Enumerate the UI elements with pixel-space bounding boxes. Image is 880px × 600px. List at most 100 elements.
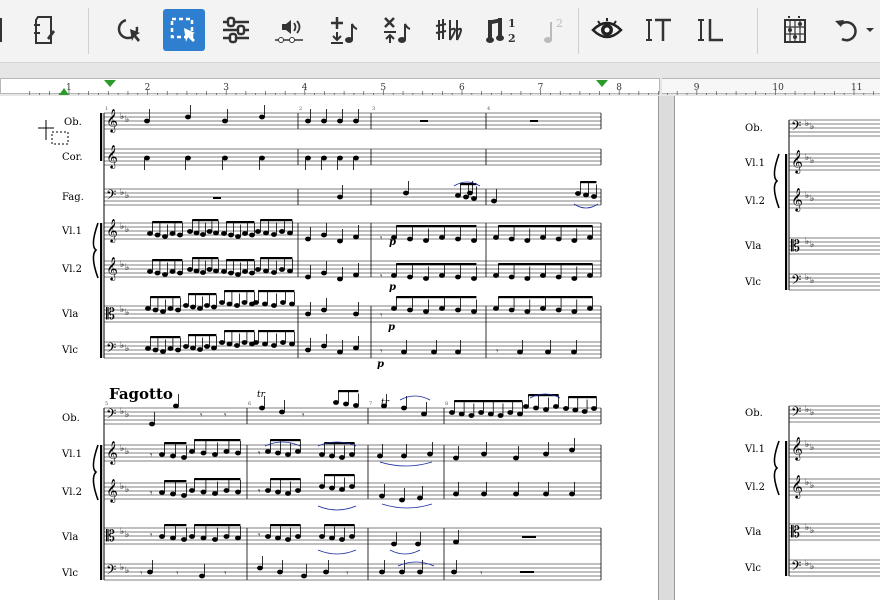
note-head [271, 270, 277, 275]
instrument-label-viola: Vla [62, 532, 79, 543]
note-head [545, 349, 551, 355]
instrument-label-violin2: Vl.2 [62, 487, 82, 498]
note-head [162, 234, 168, 239]
note-head [152, 307, 159, 313]
note-head [513, 455, 519, 461]
text-tool-button[interactable] [638, 9, 680, 51]
score-page-1[interactable]: 𝄞 ♭ ♭ 𝄞 𝄢 ♭ ♭ 𝄞 ♭ ♭ 𝄞 ♭ ♭ 𝄡 ♭ ♭ 𝄢 ♭ ♭ 1 2 3 4 𝄾 𝄾 𝄾 𝄾 𝄾 𝄢 ♭ ♭ 𝄞 ♭ ♭ 𝄞 ♭ ♭ 𝄡 ♭… [0, 96, 659, 600]
note-head [263, 230, 269, 236]
instrument-label-oboe: Ob. [745, 408, 763, 419]
note-head [242, 269, 248, 274]
sharp-flat-icon [435, 19, 462, 41]
right-margin-marker [596, 80, 608, 87]
select-tool-button[interactable] [108, 9, 150, 51]
page-edit-button[interactable] [24, 9, 66, 51]
partial-tool-button[interactable] [0, 9, 10, 51]
insert-note-tool-button[interactable] [322, 9, 364, 51]
rest: 𝄾 [258, 449, 261, 459]
note-head [321, 232, 327, 238]
note-head [144, 118, 150, 124]
score-page-2[interactable]: 𝄢 ♭ ♭ 𝄞 ♭ ♭ 𝄞 ♭ ♭ 𝄡 ♭ ♭ 𝄢 ♭ ♭ 𝄢 ♭ ♭ 𝄞 ♭ ♭ 𝄞 ♭ ♭ 𝄡 ♭ ♭ 𝄢 ♭ ♭ Ob. Vl.1 … [674, 96, 880, 600]
undo-icon [835, 20, 857, 42]
key-signature-flat: ♭ [805, 478, 809, 488]
note-head [481, 451, 487, 457]
note-head [555, 307, 562, 313]
key-signature-flat: ♭ [805, 405, 809, 415]
mixer-tool-button[interactable] [215, 9, 257, 51]
note-head [591, 194, 597, 199]
note-head [275, 450, 281, 456]
note-head [181, 537, 187, 542]
note-head [439, 273, 445, 278]
note-head [159, 534, 165, 539]
lyrics-tool-button[interactable] [690, 9, 732, 51]
note-head [271, 343, 277, 348]
note-beam [192, 219, 219, 222]
note-head [343, 401, 349, 407]
rectangle-select-tool-button[interactable] [163, 9, 205, 51]
undo-dropdown-button[interactable] [862, 9, 878, 51]
measure-number: 2 [299, 106, 302, 112]
trill-ornament: tr [381, 398, 389, 408]
chord-tool-button[interactable] [775, 9, 817, 51]
note-head [449, 410, 455, 415]
note-head [271, 303, 277, 308]
note-head [321, 155, 327, 161]
note-head [211, 304, 217, 310]
voice2-tool-button[interactable]: 2 [533, 9, 575, 51]
note-head [417, 569, 423, 575]
note-head [271, 232, 277, 237]
note-head [431, 349, 437, 355]
note-head [587, 306, 593, 311]
key-signature-flat: ♭ [125, 225, 129, 235]
note-beam [152, 259, 183, 262]
note-head [167, 306, 174, 311]
note-beam [152, 221, 183, 224]
note-head [181, 493, 187, 498]
instrument-label-violin1: Vl.1 [62, 449, 82, 460]
note-head [339, 537, 345, 542]
ruler-number: 11 [851, 83, 862, 93]
note-head [285, 452, 291, 457]
note-head [423, 309, 429, 314]
note-head [497, 413, 504, 418]
note-head [571, 349, 577, 355]
clef-icon: 𝄢 [106, 562, 116, 581]
note-head [147, 231, 153, 236]
horizontal-ruler[interactable]: 1 2 3 4 5 6 7 8 [0, 78, 660, 95]
note-head [262, 301, 268, 307]
note-head [200, 270, 206, 275]
key-signature-flat: ♭ [125, 115, 129, 125]
ruler-number: 9 [694, 83, 700, 93]
note-head [265, 449, 271, 454]
voices-icon: 12 [486, 17, 516, 45]
note-head [253, 300, 259, 305]
voices-tool-button[interactable]: 12 [480, 9, 522, 51]
slur [573, 203, 599, 209]
key-signature-flat: ♭ [120, 341, 124, 351]
clef-icon: 𝄞 [791, 474, 803, 499]
note-head [321, 307, 327, 313]
playback-tool-button[interactable] [268, 9, 310, 51]
note-head [160, 309, 166, 314]
note-head [265, 488, 271, 493]
note-head [329, 535, 335, 541]
note-beam [260, 219, 293, 222]
accidentals-tool-button[interactable] [428, 9, 470, 51]
view-tool-button[interactable] [586, 9, 628, 51]
horizontal-ruler-overflow[interactable]: 9 10 11 [662, 78, 880, 95]
key-signature-flat: ♭ [810, 194, 814, 204]
key-signature-flat: ♭ [120, 112, 124, 122]
note-head [401, 453, 407, 459]
instrument-label-cello: Vlc [745, 277, 762, 288]
note-head [453, 491, 459, 497]
note-head [242, 231, 248, 236]
key-signature-flat: ♭ [805, 191, 809, 201]
whole-rest [530, 120, 538, 122]
note-beam [324, 524, 355, 527]
delete-note-tool-button[interactable] [375, 9, 417, 51]
note-head [152, 347, 159, 353]
sliders-icon [223, 16, 249, 44]
note-beam [568, 396, 597, 399]
staff-text-title[interactable]: Fagotto [109, 385, 173, 403]
